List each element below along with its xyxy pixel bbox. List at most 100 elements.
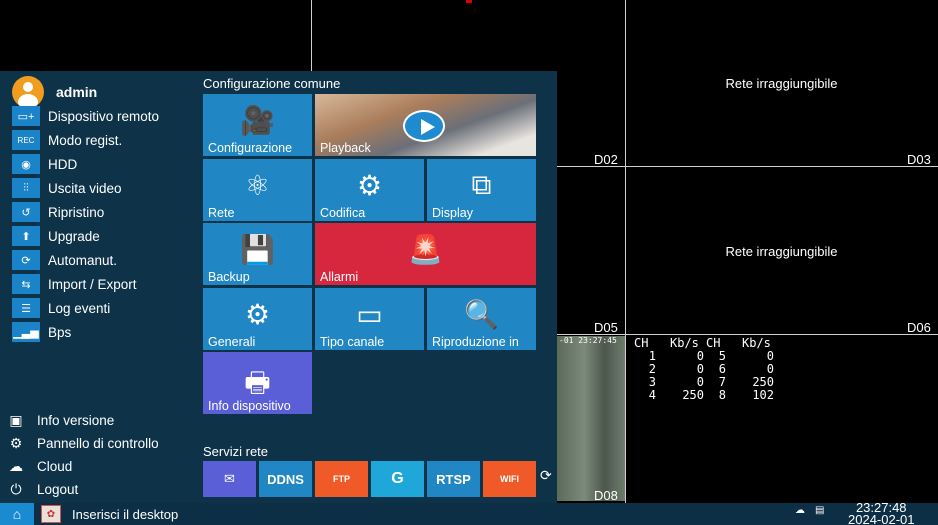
- home-icon[interactable]: ⌂: [0, 503, 34, 525]
- restore-icon: ↺: [12, 202, 40, 222]
- service-ddns-button[interactable]: DDNS: [259, 461, 312, 497]
- bps-chart-icon: ▁▃▅: [12, 322, 40, 342]
- tile-label: Display: [432, 206, 473, 220]
- desktop-label[interactable]: Inserisci il desktop: [72, 507, 178, 522]
- tile-info-dispositivo[interactable]: 🖶 Info dispositivo: [203, 352, 312, 414]
- network-atom-icon: ⚛: [244, 170, 271, 201]
- net-services-title: Servizi rete: [203, 444, 269, 459]
- side-item-log-eventi[interactable]: ☰ Log eventi: [12, 296, 159, 320]
- side-item-dispositivo-remoto[interactable]: ▭+ Dispositivo remoto: [12, 104, 159, 128]
- side-item-label: Dispositivo remoto: [48, 108, 160, 124]
- camera-label-d06: D06: [907, 320, 931, 335]
- camera-label-d02: D02: [594, 152, 618, 167]
- table-cell: 250: [682, 388, 704, 402]
- tile-label: Configurazione: [208, 141, 293, 155]
- display-window-icon: ⧉: [471, 169, 492, 200]
- taskbar: ⌂ ✿ Inserisci il desktop ☁ ▤ 23:27:48 20…: [0, 501, 938, 525]
- tile-configurazione[interactable]: 🎥 Configurazione: [203, 94, 312, 156]
- tile-tipo-canale[interactable]: ▭ Tipo canale: [315, 288, 424, 350]
- side-item-upgrade[interactable]: ⬆ Upgrade: [12, 224, 159, 248]
- service-rtsp-button[interactable]: RTSP: [427, 461, 480, 497]
- hdd-icon: ◉: [12, 154, 40, 174]
- side-item-ripristino[interactable]: ↺ Ripristino: [12, 200, 159, 224]
- tile-rete[interactable]: ⚛ Rete: [203, 159, 312, 221]
- bitrate-table: CH Kb/s CH Kb/s 1 0 5 0 2 0 6 0 3 0 7 25…: [634, 337, 778, 402]
- power-icon: ⏻: [10, 481, 22, 497]
- side-item-automanut[interactable]: ⟳ Automanut.: [12, 248, 159, 272]
- rec-icon: REC: [12, 130, 40, 150]
- side-item-bps[interactable]: ▁▃▅ Bps: [12, 320, 159, 344]
- side-item-label: HDD: [48, 156, 78, 172]
- service-ftp-button[interactable]: FTP: [315, 461, 368, 497]
- camera-icon: 🎥: [240, 105, 275, 136]
- refresh-icon[interactable]: ⟳: [540, 467, 552, 484]
- bottom-item-label: Info versione: [37, 413, 115, 428]
- camera-status-message: Rete irraggiungibile: [725, 76, 838, 91]
- tile-label: Rete: [208, 206, 235, 220]
- camera-label-d08: D08: [594, 488, 618, 503]
- side-item-modo-regist[interactable]: REC Modo regist.: [12, 128, 159, 152]
- camera-feed[interactable]: -01 23:27:45: [557, 336, 625, 501]
- version-info-icon: ▣: [9, 412, 23, 428]
- side-item-hdd[interactable]: ◉ HDD: [12, 152, 159, 176]
- tile-playback[interactable]: Playback: [315, 94, 536, 156]
- monitor-plus-icon: ▭+: [12, 106, 40, 126]
- info-versione-item[interactable]: ▣ Info versione: [6, 409, 159, 432]
- system-tray: ☁ ▤: [795, 505, 824, 516]
- tile-generali[interactable]: ⚙ Generali: [203, 288, 312, 350]
- storage-icon[interactable]: ▤: [815, 505, 824, 516]
- cloud-item[interactable]: ☁ Cloud: [6, 455, 159, 478]
- log-icon: ☰: [12, 298, 40, 318]
- service-g-button[interactable]: G: [371, 461, 424, 497]
- table-cell: 102: [752, 388, 774, 402]
- cloud-icon: ☁: [9, 458, 23, 474]
- side-item-label: Automanut.: [48, 252, 118, 268]
- side-item-label: Upgrade: [48, 228, 100, 244]
- alarm-siren-icon: 🚨: [408, 234, 443, 265]
- side-item-label: Ripristino: [48, 204, 105, 220]
- table-cell: 8: [718, 388, 726, 402]
- side-item-label: Import / Export: [48, 276, 137, 292]
- bottom-item-label: Cloud: [37, 459, 73, 474]
- floppy-icon: 💾: [240, 234, 275, 265]
- tile-display[interactable]: ⧉ Display: [427, 159, 536, 221]
- toggle-icon: ▭: [356, 299, 383, 330]
- logout-item[interactable]: ⏻ Logout: [6, 478, 159, 501]
- bottom-item-label: Pannello di controllo: [37, 436, 159, 451]
- clock-date: 2024-02-01: [848, 512, 915, 525]
- encode-gear-icon: ⚙: [356, 170, 383, 201]
- tile-backup[interactable]: 💾 Backup: [203, 223, 312, 285]
- tile-codifica[interactable]: ⚙ Codifica: [315, 159, 424, 221]
- tile-label: Riproduzione in: [432, 335, 519, 349]
- side-menu-list: ▭+ Dispositivo remoto REC Modo regist. ◉…: [12, 104, 159, 344]
- play-icon: [403, 110, 445, 142]
- tile-label: Backup: [208, 270, 250, 284]
- side-item-label: Uscita video: [48, 180, 122, 196]
- network-icon[interactable]: ☁: [795, 505, 805, 516]
- bottom-menu-list: ▣ Info versione ⚙ Pannello di controllo …: [6, 409, 159, 501]
- clock: 23:27:48 2024-02-01: [848, 501, 915, 525]
- tile-label: Codifica: [320, 206, 366, 220]
- bottom-item-label: Logout: [37, 482, 79, 497]
- side-item-uscita-video[interactable]: ⫶⫶ Uscita video: [12, 176, 159, 200]
- service-wifi-button[interactable]: WIFI: [483, 461, 536, 497]
- tile-label: Allarmi: [320, 270, 359, 284]
- search-icon: 🔍: [464, 299, 499, 330]
- envelope-icon: ✉: [224, 471, 235, 486]
- table-row: 4 250 8 102: [634, 389, 778, 402]
- camera-timestamp: -01 23:27:45: [559, 336, 617, 345]
- import-export-icon: ⇆: [12, 274, 40, 294]
- desktop-icon[interactable]: ✿: [41, 505, 61, 523]
- tile-allarmi[interactable]: 🚨 Allarmi: [315, 223, 536, 285]
- side-item-label: Modo regist.: [48, 132, 123, 148]
- side-item-label: Bps: [48, 324, 72, 340]
- tile-riproduzione[interactable]: 🔍 Riproduzione in: [427, 288, 536, 350]
- gear-icon: ⚙: [244, 299, 271, 330]
- side-item-import-export[interactable]: ⇆ Import / Export: [12, 272, 159, 296]
- upgrade-icon: ⬆: [12, 226, 40, 246]
- tile-label: Tipo canale: [320, 335, 385, 349]
- service-email-button[interactable]: ✉: [203, 461, 256, 497]
- pannello-controllo-item[interactable]: ⚙ Pannello di controllo: [6, 432, 159, 455]
- start-menu: admin ▭+ Dispositivo remoto REC Modo reg…: [0, 71, 557, 503]
- common-config-title: Configurazione comune: [203, 76, 341, 91]
